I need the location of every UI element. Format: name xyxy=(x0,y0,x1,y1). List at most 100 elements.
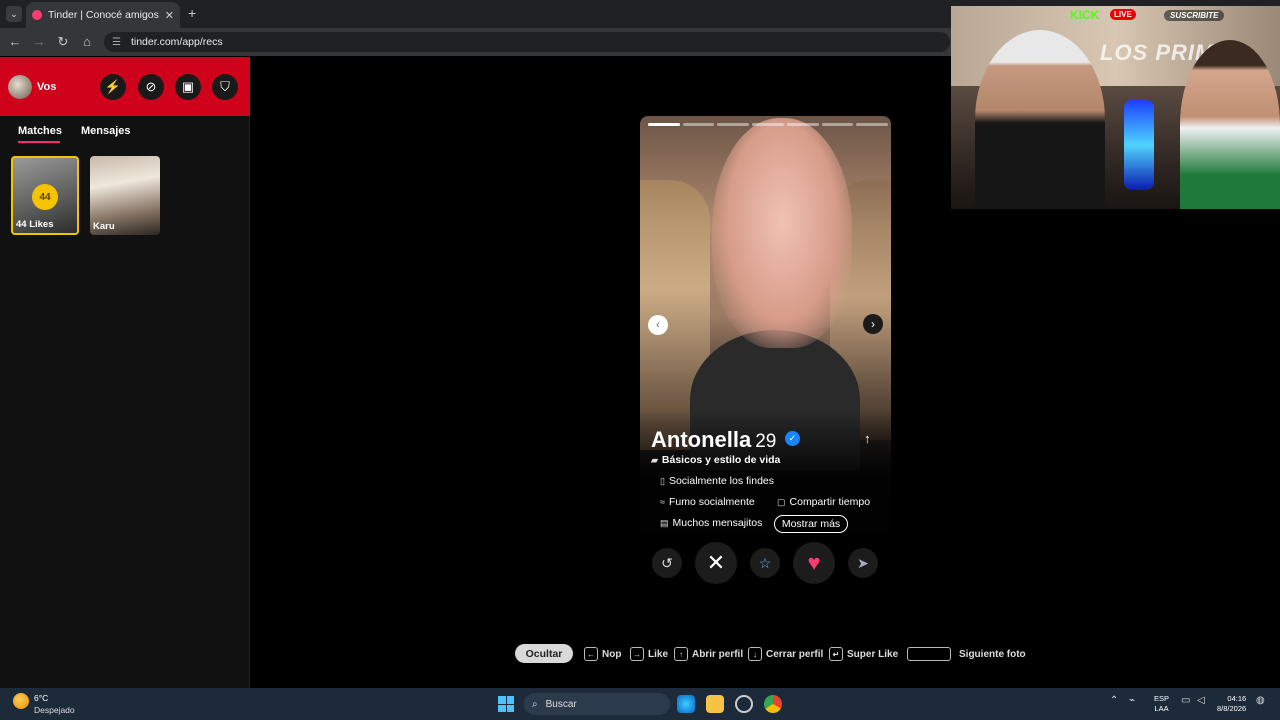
hide-shortcuts-button[interactable]: Ocultar xyxy=(515,644,573,663)
tab-close-icon[interactable]: ✕ xyxy=(165,9,174,22)
profile-photo xyxy=(712,118,852,348)
language-indicator[interactable]: ESP LAA xyxy=(1154,694,1169,714)
shortcut-like: → Like xyxy=(630,647,668,661)
streamer-left xyxy=(975,30,1105,209)
live-badge: LIVE xyxy=(1110,9,1136,20)
webcam-lamp xyxy=(1124,100,1154,190)
show-more-button[interactable]: Mostrar más xyxy=(774,515,848,533)
network-icon[interactable]: ⌁ xyxy=(1129,695,1135,706)
home-icon[interactable]: ⌂ xyxy=(79,34,95,49)
tab-messages[interactable]: Mensajes xyxy=(81,125,131,137)
forward-icon[interactable]: → xyxy=(31,34,47,49)
likes-label: 44 Likes xyxy=(16,219,54,230)
drink-icon: ▯ xyxy=(660,475,665,486)
display-icon[interactable]: ▭ xyxy=(1181,695,1190,706)
lang-code: ESP xyxy=(1154,694,1170,703)
shortcut-label: Siguiente foto xyxy=(959,648,1026,660)
url-text: tinder.com/app/recs xyxy=(130,36,223,48)
section-title: Básicos y estilo de vida xyxy=(661,454,781,466)
shortcut-nope: ← Nop xyxy=(584,647,621,661)
lifestyle-tag: ▢ Compartir tiempo xyxy=(777,496,870,508)
reload-icon[interactable]: ↻ xyxy=(55,34,71,50)
new-tab-button[interactable]: + xyxy=(188,5,196,21)
photo-progress-segment[interactable] xyxy=(717,123,750,126)
lang-layout: LAA xyxy=(1154,704,1169,713)
work-briefcase-icon[interactable]: ▣ xyxy=(175,74,201,100)
key-icon: → xyxy=(630,647,644,661)
profile-name[interactable]: Vos xyxy=(37,81,56,93)
shortcut-label: Like xyxy=(648,648,669,660)
shortcut-label: Abrir perfil xyxy=(692,648,744,660)
weather-condition[interactable]: Despejado xyxy=(34,705,75,715)
shortcut-open-profile: ↑ Abrir perfil xyxy=(674,647,743,661)
notification-bell-icon[interactable]: ◍ xyxy=(1256,695,1265,706)
rewind-icon[interactable]: ↺ xyxy=(652,548,682,578)
browser-tab[interactable]: Tinder | Conocé amigos y gente ✕ xyxy=(26,2,180,28)
safety-shield-icon[interactable]: ⛉ xyxy=(212,74,238,100)
photo-progress-segment[interactable] xyxy=(786,123,819,126)
chat-icon: ▢ xyxy=(777,496,786,507)
search-label: Buscar xyxy=(545,698,577,710)
previous-photo-button[interactable]: ‹ xyxy=(648,315,668,335)
shortcut-next-photo: Siguiente foto xyxy=(907,647,1026,661)
shortcut-super-like: ↵ Super Like xyxy=(829,647,898,661)
key-icon: ↵ xyxy=(829,647,843,661)
nope-icon[interactable]: ✕ xyxy=(695,542,737,584)
open-profile-arrow-icon[interactable]: ↑ xyxy=(864,431,871,446)
shortcut-close-profile: ↓ Cerrar perfil xyxy=(748,647,823,661)
chrome-icon[interactable] xyxy=(764,695,782,713)
taskbar-search[interactable]: ⌕ Buscar xyxy=(524,693,670,715)
profile-title: Antonella 29 xyxy=(651,427,776,453)
file-explorer-icon[interactable] xyxy=(706,695,724,713)
avatar[interactable] xyxy=(8,75,32,99)
start-icon[interactable] xyxy=(498,696,514,712)
streamer-right xyxy=(1180,40,1280,209)
clock-time: 04:16 xyxy=(1227,694,1247,703)
like-icon[interactable]: ♥ xyxy=(793,542,835,584)
messages-icon: ▤ xyxy=(660,517,669,528)
shortcut-label: Super Like xyxy=(847,648,899,660)
tag-label: Muchos mensajitos xyxy=(672,517,763,529)
app-icon[interactable] xyxy=(735,695,753,713)
tab-matches[interactable]: Matches xyxy=(18,125,62,137)
tag-label: Socialmente los findes xyxy=(668,475,775,487)
subscribe-badge: SUSCRIBITE xyxy=(1164,10,1225,21)
edge-icon[interactable] xyxy=(677,695,695,713)
super-like-icon[interactable]: ☆ xyxy=(750,548,780,578)
tray-chevron-icon[interactable]: ⌃ xyxy=(1110,695,1118,706)
tab-search-dropdown[interactable]: ⌄ xyxy=(6,6,22,22)
lifestyle-tag: ▤ Muchos mensajitos xyxy=(660,517,762,529)
profile-age: 29 xyxy=(755,431,777,452)
key-icon: ↓ xyxy=(748,647,762,661)
search-icon: ⌕ xyxy=(532,698,538,710)
photo-progress-segment[interactable] xyxy=(648,123,680,126)
key-icon: ← xyxy=(584,647,598,661)
back-icon[interactable]: ← xyxy=(7,34,23,49)
tag-label: Fumo socialmente xyxy=(668,496,755,508)
photo-progress-segment[interactable] xyxy=(752,123,784,126)
photo-progress-segment[interactable] xyxy=(682,123,715,126)
explore-compass-icon[interactable]: ⊘ xyxy=(138,74,164,100)
active-tab-indicator xyxy=(18,141,60,143)
match-name: Karu xyxy=(93,221,115,232)
photo-progress-segment[interactable] xyxy=(821,123,854,126)
send-boost-icon[interactable]: ➤ xyxy=(848,548,878,578)
smoke-icon: ≈ xyxy=(660,497,665,507)
spacebar-key-icon xyxy=(907,647,951,661)
profile-person-name: Antonella xyxy=(651,427,752,452)
likes-count-badge: 44 xyxy=(32,184,58,210)
clock[interactable]: 04:16 8/8/2026 xyxy=(1217,694,1246,714)
weather-temperature[interactable]: 6°C xyxy=(34,693,48,703)
photo-progress-segment[interactable] xyxy=(856,123,888,126)
kick-logo: KICK xyxy=(1070,8,1100,22)
lifestyle-tag: ≈ Fumo socialmente xyxy=(660,496,755,508)
tag-label: Compartir tiempo xyxy=(789,496,871,508)
weather-icon[interactable] xyxy=(13,693,29,709)
next-photo-button[interactable]: › xyxy=(863,314,883,334)
shortcut-label: Cerrar perfil xyxy=(766,648,824,660)
volume-icon[interactable]: ◁ xyxy=(1197,695,1205,706)
address-bar[interactable]: ☰ tinder.com/app/recs xyxy=(104,32,950,52)
site-info-icon[interactable]: ☰ xyxy=(112,37,121,48)
verified-check-icon: ✓ xyxy=(785,431,800,446)
boost-icon[interactable]: ⚡ xyxy=(100,74,126,100)
